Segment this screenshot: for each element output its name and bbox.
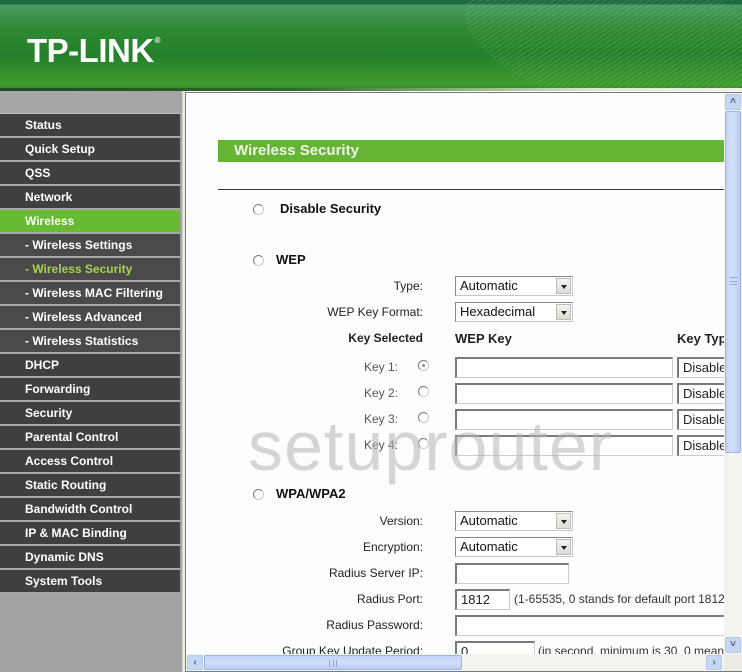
wep-type-label: Type: [393, 279, 423, 293]
sidebar-item-wireless-statistics[interactable]: - Wireless Statistics [0, 330, 180, 354]
wep-key-2-input[interactable] [455, 383, 673, 404]
sidebar-item-network[interactable]: Network [0, 186, 180, 210]
page-title: Wireless Security [218, 140, 724, 162]
radius-server-ip-input[interactable] [455, 563, 569, 584]
wep-key-format-select[interactable]: Hexadecimal [455, 302, 573, 322]
sidebar-item-dhcp[interactable]: DHCP [0, 354, 180, 378]
radius-password-label: Radius Password: [326, 618, 423, 632]
sidebar-item-system-tools[interactable]: System Tools [0, 570, 180, 594]
wep-key-1-type-select[interactable]: Disabled [677, 357, 724, 378]
grip-icon [730, 277, 737, 285]
wep-key-3-type-select[interactable]: Disabled [677, 409, 724, 430]
chevron-down-icon [556, 513, 571, 529]
scroll-left-button[interactable]: ‹ [187, 655, 203, 670]
sidebar-item-status[interactable]: Status [0, 114, 180, 138]
sidebar-item-ip-and-mac-binding[interactable]: IP & MAC Binding [0, 522, 180, 546]
sidebar-item-wireless-advanced[interactable]: - Wireless Advanced [0, 306, 180, 330]
vertical-scrollbar[interactable]: ˄ ˅ [724, 93, 742, 654]
wep-key-3-radio[interactable] [418, 412, 429, 423]
wep-key-2-radio[interactable] [418, 386, 429, 397]
wpa-wpa2-radio[interactable] [253, 489, 264, 500]
grip-icon [329, 660, 337, 667]
sidebar-item-wireless-settings[interactable]: - Wireless Settings [0, 234, 180, 258]
scroll-right-button[interactable]: › [706, 655, 722, 670]
radius-password-input[interactable] [455, 615, 724, 636]
wep-key-header: WEP Key [455, 331, 512, 346]
sidebar-item-forwarding[interactable]: Forwarding [0, 378, 180, 402]
content-frame: Wireless Security Disable Security WEP T… [185, 92, 742, 672]
wep-key-1-radio[interactable] [418, 360, 429, 371]
sidebar-item-wireless-mac-filtering[interactable]: - Wireless MAC Filtering [0, 282, 180, 306]
wep-type-select[interactable]: Automatic [455, 276, 573, 296]
sidebar-menu: Status Quick Setup QSS Network Wireless - Wir… [0, 91, 182, 672]
scroll-up-button[interactable]: ˄ [725, 94, 741, 110]
horizontal-scroll-thumb[interactable] [204, 655, 462, 670]
chevron-left-icon: ‹ [193, 657, 197, 668]
radius-port-input[interactable]: 1812 [455, 589, 510, 610]
wep-key-2-label: Key 2: [363, 386, 398, 400]
sidebar-top-spacer [0, 91, 182, 114]
wpa-version-select[interactable]: Automatic [455, 511, 573, 531]
sidebar-item-bandwidth-control[interactable]: Bandwidth Control [0, 498, 180, 522]
tp-link-logo: TP-LINK® [27, 32, 161, 69]
title-divider [218, 189, 724, 190]
wpa-version-label: Version: [379, 514, 423, 528]
key-type-header: Key Type [677, 331, 724, 346]
sidebar-item-static-routing[interactable]: Static Routing [0, 474, 180, 498]
radius-port-hint: (1-65535, 0 stands for default port 1812… [514, 592, 724, 606]
wep-key-1-label: Key 1: [363, 360, 398, 374]
wep-key-4-type-select[interactable]: Disabled [677, 435, 724, 456]
sidebar-item-qss[interactable]: QSS [0, 162, 180, 186]
radius-port-label: Radius Port: [356, 592, 423, 606]
header-banner: TP-LINK® [0, 0, 742, 88]
group-key-update-label: Group Key Update Period: [282, 644, 423, 654]
chevron-down-icon: ˅ [730, 639, 736, 650]
wpa-wpa2-label: WPA/WPA2 [276, 486, 346, 501]
key-selected-header: Key Selected [348, 331, 423, 345]
sidebar-item-quick-setup[interactable]: Quick Setup [0, 138, 180, 162]
chevron-right-icon: › [712, 657, 716, 668]
chevron-down-icon [556, 278, 571, 294]
vertical-scroll-thumb[interactable] [725, 111, 741, 453]
wep-label: WEP [276, 252, 306, 267]
chevron-up-icon: ˄ [730, 96, 736, 107]
sidebar-item-dynamic-dns[interactable]: Dynamic DNS [0, 546, 180, 570]
chevron-down-icon [556, 304, 571, 320]
sidebar-item-parental-control[interactable]: Parental Control [0, 426, 180, 450]
group-key-update-input[interactable]: 0 [455, 641, 535, 654]
wep-key-1-input[interactable] [455, 357, 673, 378]
wep-radio[interactable] [253, 255, 264, 266]
wpa-encryption-label: Encryption: [362, 540, 423, 554]
menu-list: Status Quick Setup QSS Network Wireless - Wir… [0, 114, 182, 594]
sidebar-item-security[interactable]: Security [0, 402, 180, 426]
disable-security-label: Disable Security [280, 201, 382, 216]
scroll-down-button[interactable]: ˅ [725, 637, 741, 653]
wep-key-2-type-select[interactable]: Disabled [677, 383, 724, 404]
wep-key-3-input[interactable] [455, 409, 673, 430]
wep-key-3-label: Key 3: [363, 412, 398, 426]
chevron-down-icon [556, 539, 571, 555]
sidebar-item-wireless[interactable]: Wireless [0, 210, 180, 234]
content-area: Wireless Security Disable Security WEP T… [186, 93, 724, 654]
sidebar-item-access-control[interactable]: Access Control [0, 450, 180, 474]
wep-key-4-input[interactable] [455, 435, 673, 456]
wep-key-4-radio[interactable] [418, 438, 429, 449]
wep-key-format-label: WEP Key Format: [327, 305, 423, 319]
horizontal-scrollbar[interactable]: ‹ › [186, 654, 724, 671]
wep-key-4-label: Key 4: [363, 438, 398, 452]
registered-mark: ® [154, 36, 161, 45]
disable-security-radio[interactable] [253, 204, 264, 215]
radius-server-ip-label: Radius Server IP: [328, 566, 423, 580]
scrollbar-corner [724, 654, 742, 671]
wpa-encryption-select[interactable]: Automatic [455, 537, 573, 557]
sidebar-item-wireless-security[interactable]: - Wireless Security [0, 258, 180, 282]
group-key-update-hint: (in second, minimum is 30, 0 means no up… [538, 644, 724, 654]
header-decoration [450, 0, 742, 88]
